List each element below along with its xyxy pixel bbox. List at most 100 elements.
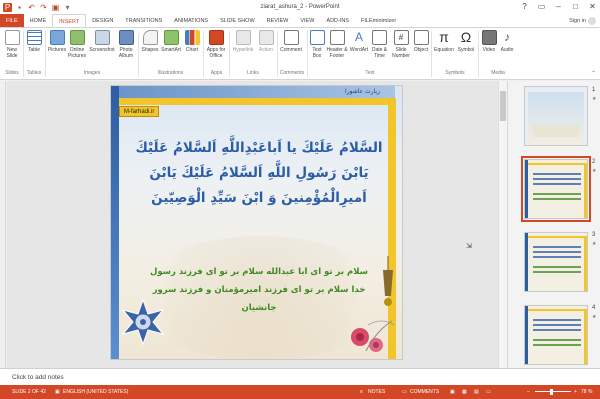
comments-button[interactable]: COMMENTS xyxy=(410,385,439,399)
tab-fileminimizer[interactable]: FILEminimizer xyxy=(355,14,402,27)
photo-album-button[interactable]: Photo Album xyxy=(117,30,135,59)
normal-view-icon[interactable]: ▣ xyxy=(450,385,455,399)
website-tag[interactable]: M-farhadi.ir xyxy=(119,106,160,117)
comment-button[interactable]: Comment xyxy=(278,30,304,53)
shapes-button[interactable]: Shapes xyxy=(141,30,159,53)
audio-button[interactable]: ♪ Audio xyxy=(499,30,515,53)
undo-icon[interactable]: ↶ xyxy=(27,3,36,12)
smartart-button[interactable]: SmartArt xyxy=(160,30,182,53)
pictures-button[interactable]: Pictures xyxy=(47,30,67,53)
date-time-icon xyxy=(372,30,387,45)
persian-line-1[interactable]: سلام بر تو ای ابا عبدالله سلام بر تو ای … xyxy=(134,264,384,281)
thumb-star-1: ★ xyxy=(592,96,597,102)
wordart-button[interactable]: A WordArt xyxy=(349,30,369,53)
arabic-line-1[interactable]: السَّلامُ عَلَيْكَ يا اَباعَبْدِاللَّهِ … xyxy=(134,136,384,160)
slide-thumbnail-3[interactable] xyxy=(524,232,588,292)
persian-line-2[interactable]: خدا سلام بر تو ای فرزند امیرمؤمنان و فرز… xyxy=(134,282,384,299)
current-slide[interactable]: زیارت عاشورا M-farhadi.ir السَّلامُ عَلَ… xyxy=(110,85,403,360)
text-box-button[interactable]: Text Box xyxy=(310,30,325,59)
slide-thumbnail-1[interactable] xyxy=(524,86,588,146)
equation-label: Equation xyxy=(434,47,454,53)
notes-placeholder[interactable]: Click to add notes xyxy=(12,369,64,386)
notes-icon: ≡ xyxy=(360,389,363,395)
slide-sorter-icon[interactable]: ▦ xyxy=(462,385,467,399)
thumb-number-1: 1 xyxy=(592,87,596,93)
zoom-in-icon[interactable]: + xyxy=(574,385,577,399)
chart-icon xyxy=(184,30,200,45)
text-box-icon xyxy=(310,30,325,45)
date-time-button[interactable]: Date & Time xyxy=(371,30,388,59)
arabic-line-2[interactable]: يَابْنَ رَسُولِ اللَّهِ اَلسَّلامُ عَلَي… xyxy=(134,161,384,185)
slide-thumbnails-pane: 1 ★ 2 ★ 3 ★ 4 ★ 5 xyxy=(507,81,600,382)
notes-button[interactable]: NOTES xyxy=(368,385,385,399)
object-label: Object xyxy=(413,47,429,53)
slide-thumbnail-2[interactable] xyxy=(521,156,591,222)
scrollbar-thumb[interactable] xyxy=(500,91,506,121)
user-avatar-icon[interactable] xyxy=(588,17,596,25)
slide-thumbnail-4[interactable] xyxy=(524,305,588,365)
header-footer-button[interactable]: Header & Footer xyxy=(326,30,348,59)
group-label-images: Images xyxy=(83,70,101,76)
zoom-slider-thumb[interactable] xyxy=(550,389,553,395)
pictures-icon xyxy=(49,30,65,45)
tab-add-ins[interactable]: ADD-INS xyxy=(320,14,355,27)
table-button[interactable]: Table xyxy=(26,30,42,53)
slides-pane-collapsed[interactable] xyxy=(0,81,6,368)
tab-home[interactable]: HOME xyxy=(24,14,53,27)
notes-pane[interactable]: Click to add notes xyxy=(0,368,600,385)
redo-icon[interactable]: ↷ xyxy=(39,3,48,12)
object-button[interactable]: Object xyxy=(412,30,430,53)
tab-animations[interactable]: ANIMATIONS xyxy=(168,14,214,27)
zoom-level[interactable]: 78 % xyxy=(581,385,592,399)
hyperlink-icon xyxy=(235,30,251,45)
tab-design[interactable]: DESIGN xyxy=(86,14,119,27)
collapse-ribbon-icon[interactable]: ⌃ xyxy=(591,70,596,77)
start-from-beginning-icon[interactable]: ▣ xyxy=(51,3,60,12)
tab-transitions[interactable]: TRANSITIONS xyxy=(119,14,168,27)
audio-label: Audio xyxy=(500,47,514,53)
minimize-icon[interactable]: – xyxy=(553,1,564,12)
zoom-slider[interactable] xyxy=(535,391,571,392)
screenshot-button[interactable]: Screenshot xyxy=(89,30,115,53)
tab-view[interactable]: VIEW xyxy=(294,14,320,27)
video-button[interactable]: Video xyxy=(481,30,497,53)
tab-insert[interactable]: INSERT xyxy=(52,14,87,27)
tab-file[interactable]: FILE xyxy=(0,14,24,27)
reading-view-icon[interactable]: ▤ xyxy=(474,385,479,399)
maximize-icon[interactable]: □ xyxy=(570,1,581,12)
arabic-line-3[interactable]: اَميرِالْمُؤْمِنينَ وَ ابْنَ سَيِّدِ الْ… xyxy=(134,186,384,210)
header-footer-label: Header & Footer xyxy=(326,47,348,59)
group-label-illustrations: Illustrations xyxy=(157,70,184,76)
shapes-label: Shapes xyxy=(141,47,159,53)
customize-qat-icon[interactable]: ▾ xyxy=(63,3,72,12)
chart-button[interactable]: Chart xyxy=(184,30,200,53)
group-label-apps: Apps xyxy=(210,70,223,76)
apps-for-office-button[interactable]: Apps for Office xyxy=(205,30,227,59)
slide-show-icon[interactable]: ▭ xyxy=(486,385,491,399)
equation-button[interactable]: π Equation xyxy=(433,30,455,54)
language-indicator[interactable]: ENGLISH (UNITED STATES) xyxy=(63,385,128,399)
tab-review[interactable]: REVIEW xyxy=(261,14,295,27)
screenshot-icon xyxy=(94,30,110,45)
proofing-icon[interactable]: ▣ xyxy=(55,385,60,399)
hyperlink-button[interactable]: Hyperlink xyxy=(230,30,256,53)
symbol-button[interactable]: Ω Symbol xyxy=(456,30,476,54)
close-icon[interactable]: ✕ xyxy=(587,1,598,12)
group-label-slides: Slides xyxy=(5,70,19,76)
ribbon-display-options-icon[interactable]: ▭ xyxy=(536,1,547,12)
save-icon[interactable]: ▪ xyxy=(15,3,24,12)
photo-album-label: Photo Album xyxy=(118,47,134,59)
action-button[interactable]: Action xyxy=(257,30,275,53)
sign-in-link[interactable]: Sign in xyxy=(569,14,586,28)
zoom-out-icon[interactable]: – xyxy=(527,385,530,399)
slide-left-bar xyxy=(111,86,119,359)
new-slide-label: New Slide xyxy=(6,47,18,59)
slide-number-button[interactable]: # Slide Number xyxy=(390,30,412,59)
tab-slide-show[interactable]: SLIDE SHOW xyxy=(214,14,261,27)
new-slide-button[interactable]: New Slide xyxy=(3,30,21,59)
group-label-tables: Tables xyxy=(26,70,42,76)
canvas-vertical-scrollbar[interactable] xyxy=(498,81,507,368)
help-icon[interactable]: ? xyxy=(519,1,530,12)
window-title: ziarat_ashura_2 - PowerPoint xyxy=(260,4,340,10)
online-pictures-button[interactable]: Online Pictures xyxy=(68,30,86,59)
